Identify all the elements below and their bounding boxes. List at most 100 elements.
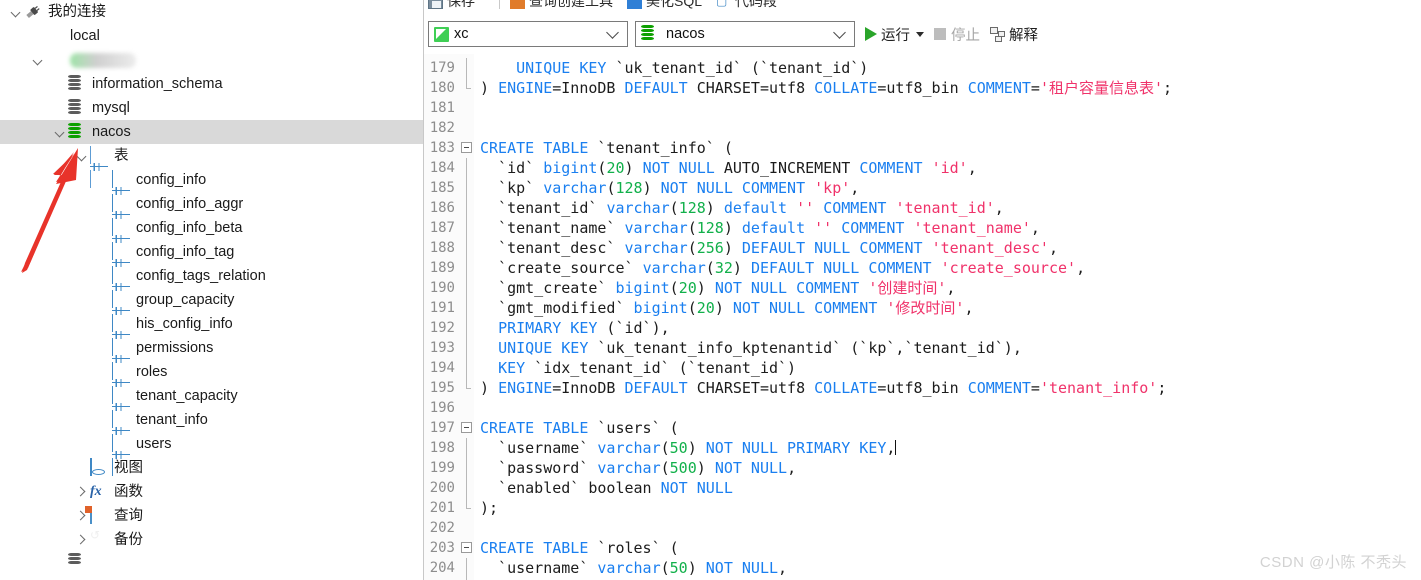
twisty-open-icon[interactable] [74,144,90,168]
tree-item-information_schema[interactable]: information_schema [0,72,424,96]
token-pl: ) [480,79,499,97]
code-line[interactable]: `username` varchar(50) NOT NULL, [480,558,1421,578]
code-line[interactable]: `create_source` varchar(32) DEFAULT NULL… [480,258,1421,278]
tree-item-nacos[interactable]: nacos [0,120,424,144]
code-line[interactable]: ); [480,498,1421,518]
token-kw: UNIQUE KEY [516,59,607,77]
tree-item-config_tags_relation[interactable]: config_tags_relation [0,264,424,308]
code-line[interactable]: UNIQUE KEY `uk_tenant_id` (`tenant_id`) [480,58,1421,78]
tree-item-tenant_info[interactable]: tenant_info [0,408,424,452]
explain-button[interactable]: 解释 [990,22,1038,46]
line-number: 195 [429,380,455,396]
chevron-down-icon[interactable] [833,25,846,39]
chevron-down-icon[interactable] [606,25,619,39]
tree-item-label: 我的连接 [48,4,106,20]
database-tree[interactable]: 我的连接 local information_schema mysql nacos 表 co… [0,0,424,564]
tree-item-tenant_capacity[interactable]: tenant_capacity [0,384,424,428]
token-kw: NOT NULL PRIMARY KEY [705,439,887,457]
code-line[interactable]: CREATE TABLE `users` ( [480,418,1421,438]
sql-code-content[interactable]: UNIQUE KEY `uk_tenant_id` (`tenant_id`))… [474,54,1421,580]
token-str: 'tenant_id' [895,199,995,217]
code-line[interactable]: `tenant_id` varchar(128) default '' COMM… [480,198,1421,218]
code-line[interactable]: ) ENGINE=InnoDB DEFAULT CHARSET=utf8 COL… [480,78,1421,98]
code-line[interactable]: CREATE TABLE `roles` ( [480,538,1421,558]
code-line[interactable] [480,118,1421,138]
tree-item-config_info[interactable]: config_info [0,168,424,212]
tree-item-config_info_tag[interactable]: config_info_tag [0,240,424,284]
tree-item-roles[interactable]: roles [0,360,424,404]
code-line[interactable]: UNIQUE KEY `uk_tenant_info_kptenantid` (… [480,338,1421,358]
code-line[interactable]: `tenant_desc` varchar(256) DEFAULT NULL … [480,238,1421,258]
code-line[interactable]: PRIMARY KEY (`id`), [480,318,1421,338]
tree-item-users[interactable]: users [0,432,424,476]
snippet-button[interactable]: ▢ 代码段 [716,0,777,11]
tree-item-group_capacity[interactable]: group_capacity [0,288,424,332]
code-line[interactable] [480,98,1421,118]
tree-item-我的连接[interactable]: 我的连接 [0,0,424,24]
tree-item-connection-redacted[interactable] [0,48,424,72]
code-line[interactable]: `enabled` boolean NOT NULL [480,478,1421,498]
save-button[interactable]: 保存 [428,0,475,11]
database-navigator-panel[interactable]: 我的连接 local information_schema mysql nacos 表 co… [0,0,424,580]
tree-item-label: config_info_aggr [136,196,244,212]
code-line[interactable]: `id` bigint(20) NOT NULL AUTO_INCREMENT … [480,158,1421,178]
tree-item-local[interactable]: local [0,24,424,48]
code-line[interactable] [480,518,1421,538]
code-line[interactable]: `gmt_modified` bigint(20) NOT NULL COMME… [480,298,1421,318]
tree-item-config_info_aggr[interactable]: config_info_aggr [0,192,424,236]
tree-item-permissions[interactable]: permissions [0,336,424,380]
twisty-open-icon[interactable] [52,120,68,144]
tree-item-查询[interactable]: 查询 [0,504,424,528]
tree-item-database-partial[interactable] [0,552,424,564]
code-folding-gutter[interactable] [458,54,474,580]
fold-toggle-icon[interactable] [458,418,474,438]
tree-item-备份[interactable]: 备份 [0,528,424,552]
code-line[interactable]: `gmt_create` bigint(20) NOT NULL COMMENT… [480,278,1421,298]
tree-item-his_config_info[interactable]: his_config_info [0,312,424,356]
token-kw: varchar [597,559,661,577]
fold-toggle-icon[interactable] [458,138,474,158]
stop-button[interactable]: 停止 [934,22,980,46]
code-line[interactable]: `username` varchar(50) NOT NULL PRIMARY … [480,438,1421,458]
twisty-closed-icon[interactable] [74,528,90,552]
code-line[interactable]: `kp` varchar(128) NOT NULL COMMENT 'kp', [480,178,1421,198]
fold-guide [458,158,474,178]
connection-select[interactable]: xc [428,21,628,47]
code-line[interactable]: ) ENGINE=InnoDB DEFAULT CHARSET=utf8 COL… [480,378,1421,398]
tree-item-mysql[interactable]: mysql [0,96,424,120]
code-line[interactable]: CREATE TABLE `tenant_info` ( [480,138,1421,158]
token-kw: COMMENT [823,199,887,217]
code-line[interactable]: `tenant_name` varchar(128) default '' CO… [480,218,1421,238]
run-button[interactable]: 运行 [865,22,924,46]
query-builder-button[interactable]: 查询创建工具 [510,0,613,11]
sql-editor-secondary-toolbar[interactable]: 保存 查询创建工具 美化SQL ▢ 代码段 [424,0,1421,14]
tree-item-表[interactable]: 表 [0,144,424,188]
connection-icon-blurred [46,51,64,69]
sql-editor-toolbar[interactable]: xc nacos 运行 停止 解释 [424,14,1421,54]
twisty-closed-icon[interactable] [74,480,90,504]
code-line[interactable] [480,398,1421,418]
code-line[interactable]: `password` varchar(500) NOT NULL, [480,458,1421,478]
twisty-open-icon[interactable] [8,0,24,24]
token-pl: ( [705,259,715,277]
beautify-sql-button[interactable]: 美化SQL [627,0,702,11]
tree-item-label: 函数 [114,484,143,500]
twisty-open-icon[interactable] [30,48,46,72]
token-kw: NOT NULL [732,299,806,317]
sql-code-editor[interactable]: 179 180 181 182 183 184 185 186 187 188 189 190 191 1… [424,54,1421,580]
fold-toggle-icon[interactable] [458,538,474,558]
tree-item-config_info_beta[interactable]: config_info_beta [0,216,424,260]
line-number: 185 [429,180,455,196]
tree-item-视图[interactable]: 视图 [0,456,424,480]
tree-item-函数[interactable]: fx 函数 [0,480,424,504]
run-dropdown-icon[interactable] [916,31,924,37]
plug-icon [24,3,42,21]
token-pl: ; [1163,79,1173,97]
code-line[interactable]: KEY `idx_tenant_id` (`tenant_id`) [480,358,1421,378]
token-pl: ( [687,219,697,237]
schema-select[interactable]: nacos [635,21,855,47]
